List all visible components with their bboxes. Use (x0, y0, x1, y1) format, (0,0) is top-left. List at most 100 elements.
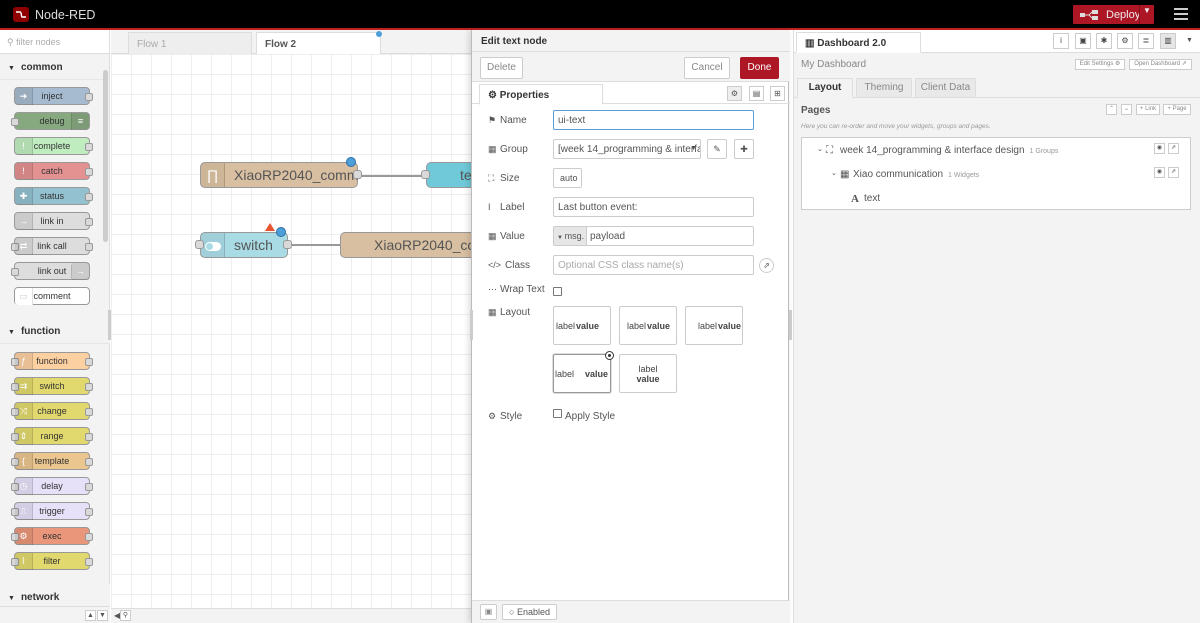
output-port[interactable] (283, 240, 292, 249)
chevron-down-icon[interactable]: ⌄ (817, 145, 823, 153)
input-port[interactable] (195, 240, 204, 249)
add-group-button[interactable]: ✚ (734, 139, 754, 159)
sidebar-resize-handle[interactable] (789, 310, 792, 340)
enabled-toggle[interactable]: ○ Enabled (502, 604, 557, 620)
palette-node-complete[interactable]: ! complete (14, 137, 93, 155)
tab-theming[interactable]: Theming (856, 78, 912, 98)
palette-node-inject[interactable]: ➔ inject (14, 87, 93, 105)
context-data-icon[interactable]: ≣ (1138, 33, 1154, 49)
label-input[interactable]: Last button event: (553, 197, 754, 217)
output-port[interactable] (353, 170, 362, 179)
palette-node-catch[interactable]: ! catch (14, 162, 93, 180)
tab-flow-2[interactable]: Flow 2 (256, 31, 382, 55)
visibility-eye-icon[interactable]: ◉ (1154, 167, 1165, 178)
edit-group-button[interactable]: ✎ (707, 139, 727, 159)
layout-option-row-left[interactable]: label value (553, 306, 611, 345)
tray-resize-handle[interactable] (470, 310, 473, 340)
visibility-eye-icon[interactable]: ◉ (1154, 143, 1165, 154)
plus-icon: ✚ (740, 144, 748, 154)
open-external-icon[interactable]: ⇗ (1168, 143, 1179, 154)
value-typed-input[interactable]: ▼ msg. payload (553, 226, 754, 246)
wire[interactable] (358, 175, 428, 177)
done-button[interactable]: Done (740, 57, 779, 79)
tab-properties[interactable]: ⚙ Properties (479, 84, 603, 105)
expand-all-icon[interactable]: ▼ (97, 610, 108, 621)
collapse-all-icon[interactable]: ▲ (85, 610, 96, 621)
wrap-text-checkbox[interactable] (553, 287, 562, 296)
flow-node-xiao-serial[interactable]: ∏ XiaoRP2040_comm (200, 157, 359, 188)
dashboard-chart-icon[interactable]: ▥ (1160, 33, 1176, 49)
palette-search-input[interactable]: ⚲ filter nodes (0, 30, 109, 54)
wire[interactable] (288, 244, 340, 246)
open-dashboard-button[interactable]: Open Dashboard ⇗ (1129, 59, 1192, 70)
node-label: catch (41, 166, 63, 176)
add-page-button[interactable]: + Page (1163, 104, 1191, 115)
flow-node-text[interactable]: te (426, 162, 476, 188)
collapse-pages-icon[interactable]: ⌃ (1106, 104, 1117, 115)
palette-node-comment[interactable]: ▭ comment (14, 287, 90, 305)
value-type-selector[interactable]: ▼ msg. (554, 227, 587, 245)
palette-node-trigger[interactable]: ⎍ trigger (11, 502, 93, 520)
layout-label: label (556, 321, 576, 331)
tab-client-data[interactable]: Client Data (915, 78, 976, 98)
deploy-dropdown-icon[interactable]: ▼ (1143, 6, 1151, 15)
tab-flow-1[interactable]: Flow 1 (128, 32, 252, 54)
apply-style-checkbox[interactable] (553, 409, 562, 418)
palette-node-link-in[interactable]: → link in (14, 212, 93, 230)
palette-node-filter[interactable]: ⌇ filter (11, 552, 93, 570)
info-icon[interactable]: i (1053, 33, 1069, 49)
description-tab-icon[interactable]: ▤ (749, 86, 764, 101)
group-select[interactable]: [week 14_programming & interface ▼ (553, 139, 701, 159)
sidebar-tab-dashboard[interactable]: ▥ Dashboard 2.0 (796, 32, 921, 53)
main-menu-icon[interactable] (1174, 8, 1188, 23)
palette-node-template[interactable]: {template (11, 452, 93, 470)
debug-bug-icon[interactable]: ✱ (1096, 33, 1112, 49)
sidebar: ▥ Dashboard 2.0 i ▣ ✱ ⚙ ≣ ▥ ▼ My Dashboa… (793, 30, 1200, 623)
add-link-button[interactable]: + Link (1136, 104, 1160, 115)
help-book-icon[interactable]: ▣ (1075, 33, 1091, 49)
category-common[interactable]: ▼ common (0, 54, 109, 80)
class-input[interactable]: Optional CSS class name(s) (553, 255, 754, 275)
zoom-search-icon[interactable]: ⚲ (120, 610, 131, 621)
palette-node-function[interactable]: ƒ function (11, 352, 93, 370)
sidebar-menu-chevron-icon[interactable]: ▼ (1186, 37, 1193, 44)
palette-node-switch[interactable]: ⇉ switch (11, 377, 93, 395)
tab-layout[interactable]: Layout (797, 78, 853, 98)
palette-node-exec[interactable]: ⚙ exec (11, 527, 93, 545)
deploy-button[interactable]: Deploy ▼ (1073, 5, 1154, 24)
palette-node-delay[interactable]: ◷ delay (11, 477, 93, 495)
name-input[interactable]: ui-text (553, 110, 754, 130)
palette-node-link-out[interactable]: link out → (11, 262, 90, 280)
palette-node-link-call[interactable]: ⇄ link call (11, 237, 93, 255)
palette-node-status[interactable]: ✚ status (14, 187, 93, 205)
category-function[interactable]: ▼ function (0, 318, 110, 344)
size-button[interactable]: auto (553, 168, 582, 188)
edit-settings-button[interactable]: Edit Settings ⚙ (1075, 59, 1125, 70)
settings-tab-icon[interactable]: ⚙ (727, 86, 742, 101)
node-help-button[interactable]: ▣ (480, 604, 497, 620)
cancel-button[interactable]: Cancel (684, 57, 730, 79)
appearance-tab-icon[interactable]: ⊞ (770, 86, 785, 101)
open-external-icon[interactable]: ⇗ (1168, 167, 1179, 178)
input-port[interactable] (421, 170, 430, 179)
layout-option-row-spread[interactable]: label value (553, 351, 614, 393)
palette-node-debug[interactable]: debug ≡ (11, 112, 90, 130)
msg-class-toggle-icon[interactable]: ⇗ (759, 258, 774, 273)
flow-canvas[interactable]: ∏ XiaoRP2040_comm te switch XiaoRP2040_c… (111, 54, 499, 623)
palette-node-range[interactable]: ⇕ range (11, 427, 93, 445)
config-gear-icon[interactable]: ⚙ (1117, 33, 1133, 49)
layout-label: label (638, 364, 658, 374)
expand-pages-icon[interactable]: ⌄ (1121, 104, 1132, 115)
chevron-down-icon[interactable]: ⌄ (831, 169, 837, 177)
palette-node-change[interactable]: ⤨ change (11, 402, 93, 420)
delete-button[interactable]: Delete (480, 57, 523, 79)
category-label: common (20, 62, 63, 73)
palette-scrollbar[interactable] (103, 70, 108, 242)
flow-node-xiao-serial-out[interactable]: XiaoRP2040_comm (340, 232, 499, 258)
layout-option-col-center[interactable]: label value (619, 354, 677, 393)
palette-resize-handle[interactable] (108, 310, 111, 340)
layout-option-row-right[interactable]: label value (685, 306, 743, 345)
layout-option-row-center[interactable]: label value (619, 306, 677, 345)
node-label: range (40, 431, 64, 441)
flow-node-switch[interactable]: switch (200, 223, 288, 258)
